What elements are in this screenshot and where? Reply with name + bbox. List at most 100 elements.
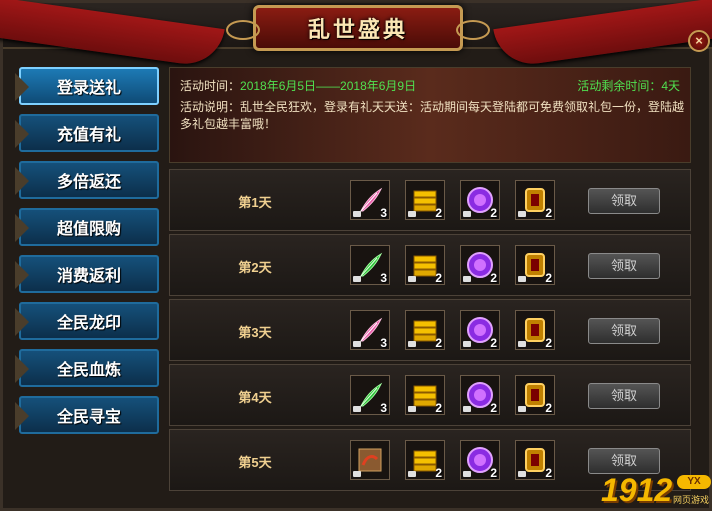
sidebar-tab-3[interactable]: 超值限购 (15, 208, 159, 246)
reward-item-slot[interactable]: 3 (350, 375, 390, 415)
reward-item-slot[interactable]: 2 (405, 245, 445, 285)
reward-row: 第3天 3 2 2 2 领取 (169, 299, 691, 361)
item-count: 2 (490, 206, 497, 220)
item-count: 2 (435, 401, 442, 415)
reward-item-slot[interactable]: 3 (350, 245, 390, 285)
watermark-badge: YX (677, 475, 711, 489)
lock-icon (463, 406, 471, 412)
reward-item-slot[interactable]: 2 (460, 245, 500, 285)
event-time-value: 2018年6月5日——2018年6月9日 (240, 79, 417, 93)
lock-icon (408, 211, 416, 217)
sidebar-tab-4[interactable]: 消费返利 (15, 255, 159, 293)
item-count: 3 (380, 271, 387, 285)
sidebar-tab-label: 消费返利 (56, 268, 121, 285)
lock-icon (518, 341, 526, 347)
item-count: 2 (545, 466, 552, 480)
reward-item-slot[interactable]: 3 (350, 180, 390, 220)
sidebar-tab-0[interactable]: 登录送礼 (15, 67, 159, 105)
item-count: 2 (435, 206, 442, 220)
sidebar-tab-label: 超值限购 (56, 221, 121, 238)
lock-icon (518, 211, 526, 217)
reward-row: 第1天 3 2 2 2 领取 (169, 169, 691, 231)
red-ribbon-right (493, 0, 712, 69)
title-plate: 乱世盛典 (226, 5, 490, 51)
watermark-number: 1912 (601, 472, 673, 508)
lock-icon (353, 406, 361, 412)
item-count: 2 (545, 271, 552, 285)
item-count: 2 (490, 271, 497, 285)
day-label: 第4天 (238, 390, 272, 405)
item-count: 3 (380, 336, 387, 350)
reward-list: 第1天 3 2 2 2 领取 第2天 3 2 2 2 领取 第3天 3 2 2 2 领取 第4天 3 2 2 2 领取 第5天 2… (169, 169, 691, 494)
tab-arrow-icon (15, 120, 29, 148)
reward-item-slot[interactable] (350, 440, 390, 480)
tab-arrow-icon (15, 73, 29, 101)
item-count: 2 (490, 336, 497, 350)
item-count: 2 (545, 336, 552, 350)
reward-item-slot[interactable]: 2 (460, 375, 500, 415)
sidebar-tab-label: 充值有礼 (56, 127, 121, 144)
lock-icon (463, 341, 471, 347)
reward-item-slot[interactable]: 2 (515, 245, 555, 285)
title-bar: 乱世盛典 (0, 0, 712, 69)
sidebar: 登录送礼充值有礼多倍返还超值限购消费返利全民龙印全民血炼全民寻宝 (11, 67, 161, 447)
reward-item-slot[interactable]: 2 (405, 180, 445, 220)
item-count: 2 (435, 336, 442, 350)
window-title: 乱世盛典 (307, 17, 408, 42)
reward-item-slot[interactable]: 2 (460, 310, 500, 350)
sidebar-tab-2[interactable]: 多倍返还 (15, 161, 159, 199)
item-count: 2 (490, 466, 497, 480)
reward-item-slot[interactable]: 2 (515, 440, 555, 480)
day-label: 第2天 (238, 260, 272, 275)
item-count: 2 (545, 401, 552, 415)
watermark-subtext: 网页游戏 (673, 495, 710, 505)
remaining-time: 活动剩余时间：4天 (577, 79, 680, 93)
lock-icon (463, 471, 471, 477)
lock-icon (408, 341, 416, 347)
reward-item-slot[interactable]: 2 (405, 440, 445, 480)
tab-arrow-icon (15, 261, 29, 289)
event-time: 活动时间：2018年6月5日——2018年6月9日 (180, 78, 416, 95)
claim-button[interactable]: 领取 (588, 318, 660, 344)
close-button[interactable]: × (688, 30, 710, 52)
reward-item-slot[interactable]: 3 (350, 310, 390, 350)
tab-arrow-icon (15, 355, 29, 383)
sidebar-tab-6[interactable]: 全民血炼 (15, 349, 159, 387)
lock-icon (408, 406, 416, 412)
claim-button[interactable]: 领取 (588, 188, 660, 214)
reward-item-slot[interactable]: 2 (515, 180, 555, 220)
lock-icon (353, 211, 361, 217)
sidebar-tab-label: 登录送礼 (56, 80, 121, 97)
reward-item-slot[interactable]: 2 (460, 440, 500, 480)
lock-icon (463, 276, 471, 282)
sidebar-tab-label: 多倍返还 (56, 174, 121, 191)
tab-arrow-icon (15, 167, 29, 195)
event-description: 活动说明：乱世全民狂欢，登录有礼天天送：活动期间每天登陆都可免费领取礼包一份，登… (180, 100, 685, 131)
claim-button[interactable]: 领取 (588, 383, 660, 409)
item-count: 2 (435, 271, 442, 285)
tab-arrow-icon (15, 214, 29, 242)
red-ribbon-left (0, 0, 225, 69)
reward-item-slot[interactable]: 2 (515, 310, 555, 350)
reward-item-slot[interactable]: 2 (405, 375, 445, 415)
lock-icon (408, 471, 416, 477)
event-time-label: 活动时间： (180, 79, 241, 93)
sidebar-tab-label: 全民龙印 (56, 315, 121, 332)
day-label: 第5天 (238, 455, 272, 470)
reward-item-slot[interactable]: 2 (460, 180, 500, 220)
claim-button[interactable]: 领取 (588, 253, 660, 279)
lock-icon (353, 341, 361, 347)
reward-item-slot[interactable]: 2 (515, 375, 555, 415)
item-count: 2 (490, 401, 497, 415)
sidebar-tab-7[interactable]: 全民寻宝 (15, 396, 159, 434)
item-count: 3 (380, 206, 387, 220)
sidebar-tab-1[interactable]: 充值有礼 (15, 114, 159, 152)
sidebar-tab-5[interactable]: 全民龙印 (15, 302, 159, 340)
event-info-panel: 活动时间：2018年6月5日——2018年6月9日 活动剩余时间：4天 活动说明… (169, 67, 691, 163)
day-label: 第3天 (238, 325, 272, 340)
tab-arrow-icon (15, 402, 29, 430)
watermark-logo: 1912 YX 网页游戏 (601, 471, 711, 508)
lock-icon (518, 471, 526, 477)
event-window: 乱世盛典 × 登录送礼 充值有礼 多倍返还 超值限购 消费返利 全民龙印 全民血炼 全民寻宝 … (0, 0, 712, 511)
reward-item-slot[interactable]: 2 (405, 310, 445, 350)
